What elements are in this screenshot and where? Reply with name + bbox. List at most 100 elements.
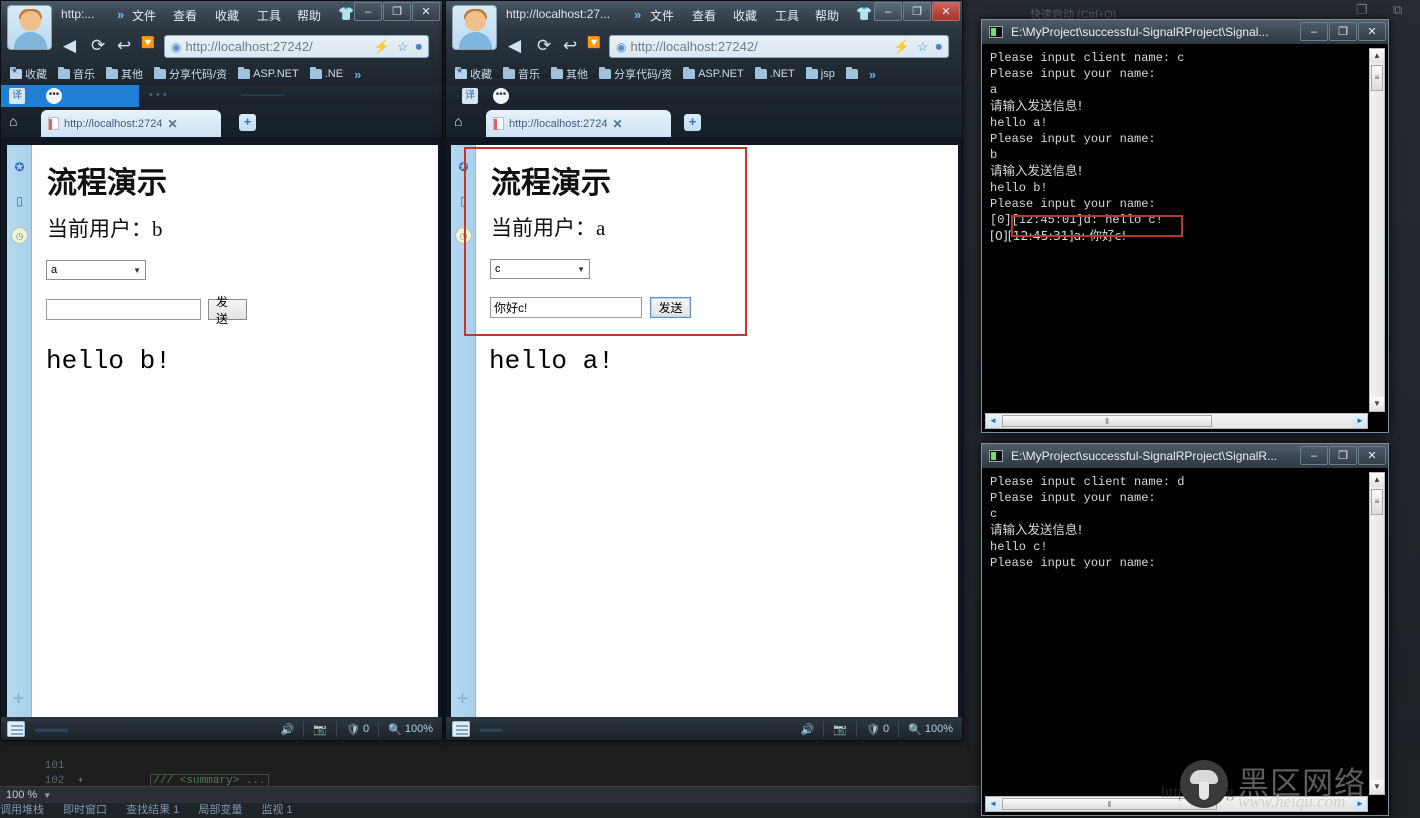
console-window-2[interactable]: E:\MyProject\successful-SignalRProject\S… [981,443,1389,816]
bookmark-other[interactable]: 其他 [547,65,592,83]
browser1-bookmarks-bar[interactable]: 收藏 音乐 其他 分享代码/资 ASP.NET .NE » [1,63,442,85]
scroll-up-icon[interactable]: ▲ [1370,473,1384,487]
scroll-left-icon[interactable]: ◄ [986,414,1000,428]
minimize-button[interactable]: – [354,2,382,21]
tab-call-stack[interactable]: 调用堆栈 [0,804,44,816]
browser2-navbar[interactable]: ◀ ⟳ ↩ 🔽 ◉ http://localhost:27242/ ⚡ ☆ ⏺ [446,31,962,63]
maximize-button[interactable]: ❐ [383,2,411,21]
browser1-titlebar[interactable]: http:... » 文件 查看 收藏 工具 帮助 👕 – ❐ ✕ [1,1,442,50]
bookmarks-overflow-icon[interactable]: » [354,67,361,82]
console-window-1[interactable]: E:\MyProject\successful-SignalRProject\S… [981,19,1389,433]
chevron-down-icon[interactable]: ▼ [43,787,51,804]
message-input[interactable] [46,299,201,320]
dropdown-circle-icon[interactable]: ⏺ [936,39,943,55]
browser2-extension-bar[interactable]: 译 ••• [446,85,962,107]
browser2-bookmarks-bar[interactable]: 收藏 音乐 其他 分享代码/资 ASP.NET .NET jsp » [446,63,962,85]
menu-tools[interactable]: 工具 [775,7,799,24]
skin-shirt-icon[interactable]: 👕 [856,6,872,22]
browser1-extension-bar[interactable]: 译 ••• • • • ———— [1,85,442,107]
menu-view[interactable]: 查看 [173,7,197,24]
statusbar-right-group[interactable]: 🔊 📷 🛡 0 🔍 100% [272,721,442,737]
tab-immediate-window[interactable]: 即时窗口 [63,804,107,816]
close-button[interactable]: ✕ [1358,446,1386,465]
ide-bottom-tool-tabs[interactable]: 调用堆栈 即时窗口 查找结果 1 局部变量 监视 1 [0,803,980,818]
bookmark-favorites[interactable]: 收藏 [451,65,496,83]
new-tab-button[interactable]: + [684,114,701,131]
more-extensions-icon[interactable]: ••• [493,88,509,104]
bookmarks-overflow-icon[interactable]: » [869,67,876,82]
minimize-button[interactable]: – [1300,22,1328,41]
scroll-left-icon[interactable]: ◄ [986,797,1000,811]
bookmark-dotnet[interactable]: .NE [306,67,347,81]
menu-view[interactable]: 查看 [692,7,716,24]
more-extensions-icon[interactable]: ••• [46,88,62,104]
bookmark-dotnet[interactable]: .NET [751,67,799,81]
bookmark-empty-folder[interactable] [842,67,862,80]
scroll-down-icon[interactable]: ▼ [1370,780,1384,794]
address-bar[interactable]: ◉ http://localhost:27242/ ⚡ ☆ ⏺ [164,35,429,58]
bookmark-other[interactable]: 其他 [102,65,147,83]
lightning-icon[interactable]: ⚡ [374,39,390,55]
bookmark-aspnet[interactable]: ASP.NET [679,67,748,81]
browser1-navbar[interactable]: ◀ ⟳ ↩ 🔽 ◉ http://localhost:27242/ ⚡ ☆ ⏺ [1,31,442,63]
home-icon[interactable]: ⌂ [454,113,462,129]
close-button[interactable]: ✕ [1358,22,1386,41]
undo-icon[interactable]: ↩ [563,36,577,56]
asterisk-circle-icon[interactable]: ✪ [11,159,28,176]
speaker-icon[interactable]: 🔊 [792,721,824,737]
zoom-control[interactable]: 🔍 100% [378,721,442,737]
page-info-icon[interactable] [7,721,25,737]
chevron-right-icon[interactable]: » [117,7,124,22]
browser1-page-viewport[interactable]: ✪ ▯ ◷ ✛ 流程演示 当前用户：b a ▼ 发送 hello b! [7,145,438,717]
tab-localhost[interactable]: http://localhost:2724 ✕ [486,110,671,137]
close-button[interactable]: ✕ [412,2,440,21]
console1-horizontal-scrollbar[interactable]: ◄ ⦀ ► [985,413,1368,429]
scroll-right-icon[interactable]: ► [1353,414,1367,428]
browser1-window-buttons[interactable]: – ❐ ✕ [354,2,440,21]
undo-icon[interactable]: ↩ [117,36,131,56]
lightning-icon[interactable]: ⚡ [894,39,910,55]
maximize-button[interactable]: ❐ [903,2,931,21]
add-sidebar-icon[interactable]: ✛ [13,691,24,707]
shield-blocker[interactable]: 🛡 0 [336,721,378,737]
bookmark-favorites[interactable]: 收藏 [6,65,51,83]
scrollbar-thumb[interactable]: ⦀ [1002,798,1217,810]
home-icon[interactable]: ⌂ [9,113,17,129]
console2-horizontal-scrollbar[interactable]: ◄ ⦀ ► [985,796,1368,812]
console2-vertical-scrollbar[interactable]: ▲ ≡ ▼ [1369,472,1385,795]
browser2-tabbar[interactable]: ⌂ http://localhost:2724 ✕ + [446,107,962,137]
shield-blocker[interactable]: 🛡 0 [856,721,898,737]
page-sidebar[interactable]: ✪ ▯ ◷ ✛ [7,145,32,717]
translate-icon[interactable]: 译 [9,88,25,104]
scrollbar-thumb[interactable]: ≡ [1371,65,1383,91]
bookmark-aspnet[interactable]: ASP.NET [234,67,303,81]
avatar[interactable] [7,5,52,50]
chevron-right-icon[interactable]: » [634,7,641,22]
browser2-page-viewport[interactable]: ✪ ▯ ◷ ✛ 流程演示 当前用户：a c ▼ 你好c! 发送 hello a! [451,145,958,717]
bookmark-jsp[interactable]: jsp [802,67,839,81]
chevron-down-icon[interactable]: 🔽 [141,36,155,49]
speaker-icon[interactable]: 🔊 [272,721,304,737]
recipient-select[interactable]: a ▼ [46,260,146,280]
console2-titlebar[interactable]: E:\MyProject\successful-SignalRProject\S… [982,444,1388,468]
translate-icon[interactable]: 译 [462,88,478,104]
bookmark-shared-code[interactable]: 分享代码/资 [150,65,231,83]
refresh-icon[interactable]: ⟳ [537,36,551,56]
minimize-button[interactable]: – [874,2,902,21]
menu-favorites[interactable]: 收藏 [733,7,757,24]
avatar[interactable] [452,5,497,50]
maximize-button[interactable]: ❐ [1329,446,1357,465]
screenshot-icon[interactable]: 📷 [823,721,856,737]
menu-help[interactable]: 帮助 [297,7,321,24]
send-button[interactable]: 发送 [208,295,247,326]
back-icon[interactable]: ◀ [508,36,521,56]
menu-file[interactable]: 文件 [132,7,156,24]
browser1-tabbar[interactable]: ⌂ http://localhost:2724 ✕ + [1,107,442,137]
refresh-icon[interactable]: ⟳ [91,36,105,56]
star-icon[interactable]: ☆ [917,39,929,55]
minimize-button[interactable]: – [1300,446,1328,465]
new-tab-button[interactable]: + [239,114,256,131]
scrollbar-thumb[interactable]: ≡ [1371,489,1383,515]
browser2-statusbar[interactable]: ▬▬ 🔊 📷 🛡 0 🔍 100% [446,717,962,740]
bookmark-shared-code[interactable]: 分享代码/资 [595,65,676,83]
